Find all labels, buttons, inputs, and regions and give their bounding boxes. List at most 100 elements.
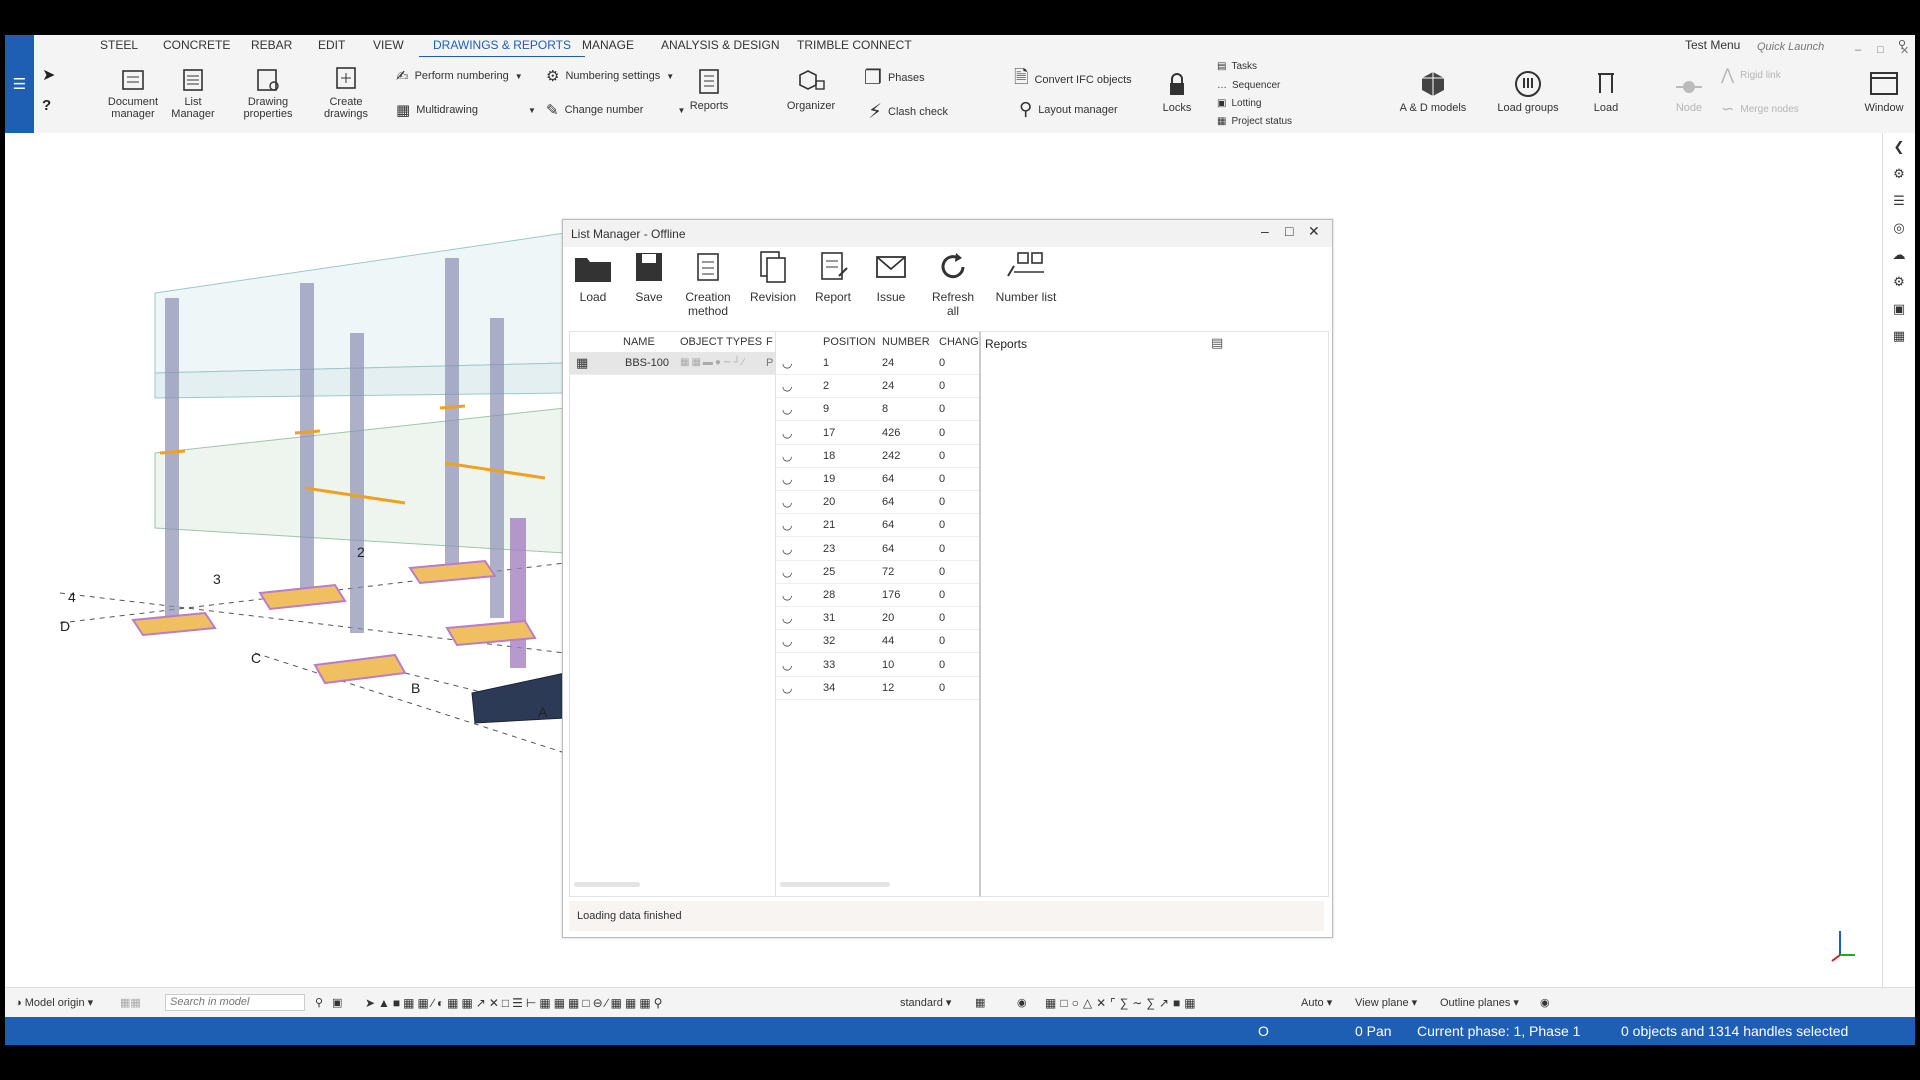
revision-button[interactable]: Revision <box>748 250 798 304</box>
organizer-button[interactable]: Organizer <box>784 67 838 112</box>
panel-toggle-icon[interactable]: ▤ <box>1211 335 1223 351</box>
tab-rebar[interactable]: REBAR <box>251 38 292 52</box>
number-list-button[interactable]: Number list <box>995 250 1057 304</box>
view-plane-dropdown[interactable]: View plane ▾ <box>1355 996 1417 1009</box>
selection-filter-icons[interactable]: ➤▲■▦▦∕◐▦▦↗✕□☰⊢▦▦▦□⊖∕▦▦▦⚲ <box>365 996 665 1010</box>
close-icon[interactable]: ✕ <box>1308 223 1320 240</box>
grid-settings-icon[interactable]: ▦ <box>975 996 985 1009</box>
tab-analysis-design[interactable]: ANALYSIS & DESIGN <box>661 38 779 52</box>
table-row[interactable]: ◡ 18 242 0 <box>776 445 979 468</box>
list-row-bbs-100[interactable]: ▦ BBS-100 ▦▦▬●∼┘∕ P <box>570 352 775 375</box>
table-row[interactable]: ◡ 21 64 0 <box>776 514 979 538</box>
snap-toggle-icon[interactable]: ▦▦ <box>120 996 141 1009</box>
merge-nodes-button[interactable]: ∽ Merge nodes <box>1721 99 1799 119</box>
chevron-down-icon[interactable]: ▼ <box>677 106 685 115</box>
layers-icon[interactable]: ☰ <box>1883 187 1915 214</box>
ad-models-button[interactable]: A & D models <box>1398 69 1468 114</box>
numbering-settings-button[interactable]: ⚙ Numbering settings ▼ <box>546 67 674 85</box>
table-row[interactable]: ◡ 31 20 0 <box>776 607 979 631</box>
col-header-position[interactable]: POSITION <box>823 332 876 352</box>
tab-edit[interactable]: EDIT <box>318 38 345 52</box>
eye-icon[interactable]: ◉ <box>1017 996 1027 1009</box>
table-row[interactable]: ◡ 34 12 0 <box>776 677 979 700</box>
visibility-icon[interactable]: ◉ <box>1540 996 1550 1009</box>
tasks-button[interactable]: ▤ Tasks <box>1217 61 1257 72</box>
properties-icon[interactable]: ⚙ <box>1883 160 1915 187</box>
layout-manager-button[interactable]: ⚲ Layout manager <box>1019 99 1118 120</box>
rigid-link-button[interactable]: ⋀ Rigid link <box>1721 65 1781 85</box>
list-manager-titlebar[interactable]: List Manager - Offline – □ ✕ <box>563 220 1332 247</box>
document-manager-button[interactable]: Document manager <box>104 67 162 120</box>
col-header-name[interactable]: NAME <box>623 332 655 352</box>
drawing-properties-button[interactable]: Drawing properties <box>238 67 298 120</box>
refresh-all-button[interactable]: Refresh all <box>925 250 981 318</box>
standard-dropdown[interactable]: standard ▾ <box>900 996 951 1009</box>
tab-view[interactable]: VIEW <box>373 38 404 52</box>
auto-dropdown[interactable]: Auto ▾ <box>1301 996 1332 1009</box>
table-row[interactable]: ◡ 9 8 0 <box>776 398 979 422</box>
table-row[interactable]: ◡ 17 426 0 <box>776 422 979 445</box>
locks-button[interactable]: Locks <box>1160 71 1194 114</box>
outline-planes-dropdown[interactable]: Outline planes ▾ <box>1440 996 1519 1009</box>
snap-icons[interactable]: ▦□○△✕⌜∑∼∑↗■▦ <box>1045 996 1200 1010</box>
convert-ifc-button[interactable]: 🗎 Convert IFC objects <box>1014 65 1132 95</box>
col-header-extra[interactable]: F <box>766 332 773 352</box>
perform-numbering-button[interactable]: ✍ Perform numbering ▼ <box>396 67 523 85</box>
search-icon[interactable]: ⚲ <box>315 996 323 1009</box>
clash-check-button[interactable]: ⚡ Clash check <box>868 99 948 124</box>
project-status-button[interactable]: ▦ Project status <box>1217 116 1292 127</box>
chevron-down-icon[interactable]: ▼ <box>666 72 674 81</box>
reports-button[interactable]: Reports <box>687 67 731 112</box>
table-row[interactable]: ◡ 32 44 0 <box>776 630 979 654</box>
table-row[interactable]: ◡ 23 64 0 <box>776 538 979 561</box>
tab-concrete[interactable]: CONCRETE <box>163 38 230 52</box>
test-menu[interactable]: Test Menu <box>1685 38 1740 52</box>
tab-drawings-reports[interactable]: DRAWINGS & REPORTS <box>418 38 586 59</box>
chevron-down-icon[interactable]: ▼ <box>515 72 523 81</box>
minimize-app-icon[interactable]: – <box>1855 44 1861 56</box>
lists-scrollbar[interactable] <box>574 882 640 887</box>
maximize-app-icon[interactable]: □ <box>1877 44 1884 56</box>
tab-manage[interactable]: MANAGE <box>582 38 634 52</box>
model-search-input[interactable] <box>165 994 305 1011</box>
window-button[interactable]: Window <box>1862 69 1906 114</box>
issue-button[interactable]: Issue <box>871 250 911 304</box>
help-icon[interactable]: ? <box>42 97 51 114</box>
globe-icon[interactable]: ◎ <box>1883 214 1915 241</box>
table-row[interactable]: ◡ 33 10 0 <box>776 654 979 677</box>
list-manager-button[interactable]: List Manager <box>170 67 216 120</box>
tab-steel[interactable]: STEEL <box>100 38 138 52</box>
zoom-selection-icon[interactable]: ▣ <box>332 996 342 1009</box>
select-arrow-icon[interactable]: ➤ <box>42 65 55 85</box>
change-number-button[interactable]: ✎ Change number ▼ <box>546 101 685 119</box>
cloud-icon[interactable]: ☁ <box>1883 241 1915 268</box>
table-row[interactable]: ◡ 28 176 0 <box>776 584 979 607</box>
settings-icon[interactable]: ⚙ <box>1883 268 1915 295</box>
table-row[interactable]: ◡ 1 24 0 <box>776 352 979 375</box>
model-3d-structure[interactable]: 4 D 3 2 C B A <box>5 133 566 987</box>
create-drawings-button[interactable]: Create drawings <box>321 65 371 120</box>
status-phase[interactable]: Current phase: 1, Phase 1 <box>1417 1023 1580 1039</box>
load-list-button[interactable]: Load <box>571 250 615 304</box>
node-button[interactable]: Node <box>1671 75 1707 114</box>
col-header-number[interactable]: NUMBER <box>882 332 930 352</box>
components-icon[interactable]: ▦ <box>1883 322 1915 349</box>
multidrawing-button[interactable]: ▦ Multidrawing ▼ <box>396 101 536 119</box>
cube-icon[interactable]: ▣ <box>1883 295 1915 322</box>
tab-trimble-connect[interactable]: TRIMBLE CONNECT <box>797 38 912 52</box>
model-origin-dropdown[interactable]: ◑ Model origin ▾ <box>15 996 93 1009</box>
creation-method-button[interactable]: Creation method <box>680 250 736 318</box>
table-row[interactable]: ◡ 2 24 0 <box>776 375 979 399</box>
col-header-object-types[interactable]: OBJECT TYPES <box>680 332 762 352</box>
close-app-icon[interactable]: ✕ <box>1900 44 1909 57</box>
minimize-icon[interactable]: – <box>1261 223 1269 239</box>
phases-button[interactable]: ❐ Phases <box>864 65 925 90</box>
table-row[interactable]: ◡ 19 64 0 <box>776 468 979 491</box>
table-row[interactable]: ◡ 20 64 0 <box>776 491 979 515</box>
hamburger-menu-icon[interactable]: ☰ <box>5 35 34 133</box>
lotting-button[interactable]: ▣ Lotting <box>1217 98 1261 109</box>
collapse-panel-icon[interactable]: ❮ <box>1883 133 1915 160</box>
load-groups-button[interactable]: Load groups <box>1497 69 1559 114</box>
quick-launch-input[interactable] <box>1755 37 1915 56</box>
positions-scrollbar[interactable] <box>780 882 890 887</box>
